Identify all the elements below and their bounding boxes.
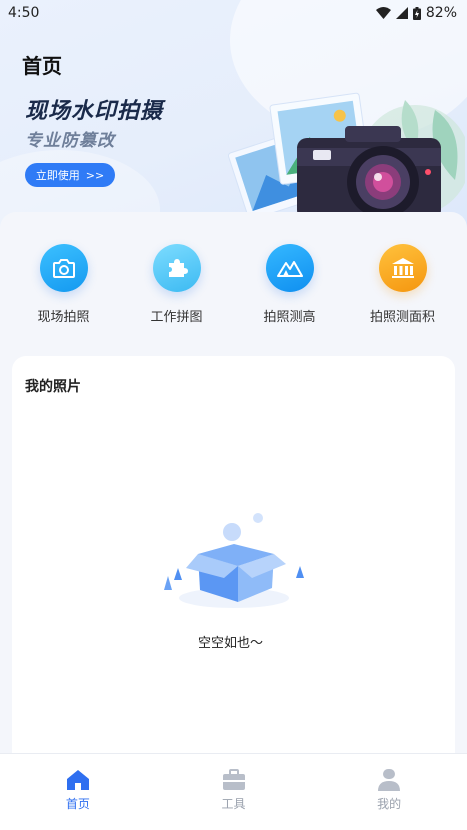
nav-tools[interactable]: 工具 bbox=[156, 754, 312, 830]
status-bar: 4:50 82% bbox=[0, 0, 467, 26]
toolbox-icon bbox=[222, 769, 245, 790]
status-time: 4:50 bbox=[8, 5, 40, 21]
banner-title: 现场水印拍摄 bbox=[25, 99, 164, 124]
nav-label: 工具 bbox=[221, 797, 246, 811]
tool-work-puzzle[interactable]: 工作拼图 bbox=[120, 244, 233, 334]
wifi-icon bbox=[375, 7, 391, 19]
empty-state-text: 空空如也～ bbox=[197, 636, 263, 651]
signal-icon bbox=[395, 7, 408, 19]
nav-home[interactable]: 首页 bbox=[0, 754, 156, 830]
tool-measure-height[interactable]: 拍照测高 bbox=[233, 244, 346, 334]
tool-onsite-photo[interactable]: 现场拍照 bbox=[7, 244, 120, 334]
my-photos-card: 我的照片 空空如也～ bbox=[12, 356, 455, 766]
tool-measure-area[interactable]: 拍照测面积 bbox=[346, 244, 459, 334]
page-title: 首页 bbox=[22, 54, 62, 78]
mountain-icon bbox=[265, 244, 314, 292]
tool-grid: 现场拍照 工作拼图 拍照测高 拍照测面积 bbox=[0, 244, 467, 334]
camera-icon bbox=[39, 244, 88, 292]
tool-label: 工作拼图 bbox=[150, 310, 203, 325]
puzzle-icon bbox=[152, 244, 201, 292]
status-icons: 82% bbox=[375, 5, 457, 21]
nav-label: 我的 bbox=[377, 797, 402, 811]
hero-banner: 4:50 82% 首页 现场水印拍摄 专业防篡改 立即使用 >> bbox=[0, 0, 467, 240]
empty-box-icon bbox=[164, 513, 304, 608]
tool-label: 拍照测面积 bbox=[369, 310, 435, 325]
tool-label: 拍照测高 bbox=[263, 310, 316, 325]
nav-label: 首页 bbox=[65, 797, 90, 811]
camera-illustration bbox=[227, 92, 465, 220]
home-icon bbox=[66, 770, 89, 790]
my-photos-title: 我的照片 bbox=[25, 379, 81, 395]
battery-percent: 82% bbox=[425, 5, 457, 21]
user-icon bbox=[378, 769, 401, 791]
double-arrow-icon: >> bbox=[85, 168, 105, 182]
battery-icon bbox=[412, 6, 421, 20]
tool-label: 现场拍照 bbox=[37, 310, 90, 325]
use-now-button[interactable]: 立即使用 >> bbox=[25, 163, 115, 187]
use-now-label: 立即使用 bbox=[35, 169, 80, 182]
bank-icon bbox=[378, 244, 427, 292]
bottom-nav: 首页 工具 我的 bbox=[0, 753, 467, 830]
nav-mine[interactable]: 我的 bbox=[311, 754, 467, 830]
banner-subtitle: 专业防篡改 bbox=[25, 131, 115, 151]
